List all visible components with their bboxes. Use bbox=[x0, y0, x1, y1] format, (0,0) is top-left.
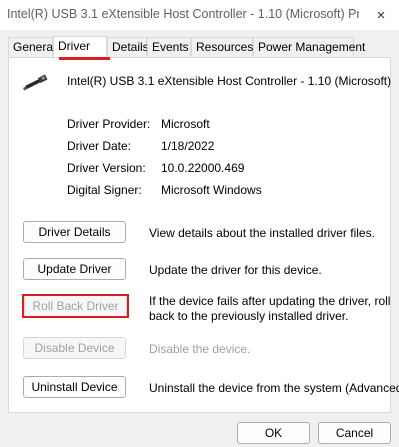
driver-provider-value: Microsoft bbox=[161, 117, 210, 131]
roll-back-driver-description-line2: back to the previously installed driver. bbox=[149, 309, 349, 323]
driver-date-value: 1/18/2022 bbox=[161, 139, 215, 153]
uninstall-device-button[interactable]: Uninstall Device bbox=[23, 376, 126, 398]
digital-signer-value: Microsoft Windows bbox=[161, 183, 262, 197]
ok-button[interactable]: OK bbox=[237, 422, 310, 444]
driver-version-label: Driver Version: bbox=[67, 161, 146, 175]
device-name: Intel(R) USB 3.1 eXtensible Host Control… bbox=[67, 74, 392, 88]
driver-provider-label: Driver Provider: bbox=[67, 117, 151, 131]
driver-date-label: Driver Date: bbox=[67, 139, 132, 153]
update-driver-description: Update the driver for this device. bbox=[149, 263, 322, 277]
tab-driver[interactable]: Driver bbox=[53, 36, 107, 57]
roll-back-driver-description: If the device fails after updating the d… bbox=[149, 294, 391, 308]
driver-version-value: 10.0.22000.469 bbox=[161, 161, 245, 175]
usb-connector-icon bbox=[23, 74, 48, 91]
active-tab-highlight bbox=[59, 57, 110, 60]
roll-back-driver-button[interactable]: Roll Back Driver bbox=[24, 295, 127, 317]
close-icon[interactable]: × bbox=[363, 0, 399, 30]
tab-events[interactable]: Events bbox=[147, 37, 191, 56]
driver-details-button[interactable]: Driver Details bbox=[23, 221, 126, 243]
cancel-button[interactable]: Cancel bbox=[318, 422, 391, 444]
tab-resources[interactable]: Resources bbox=[191, 37, 253, 56]
update-driver-button[interactable]: Update Driver bbox=[23, 258, 126, 280]
uninstall-device-description: Uninstall the device from the system (Ad… bbox=[149, 381, 399, 395]
disable-device-button[interactable]: Disable Device bbox=[23, 337, 126, 359]
tab-general[interactable]: General bbox=[8, 37, 56, 56]
tab-details[interactable]: Details bbox=[107, 37, 149, 56]
title-bar: Intel(R) USB 3.1 eXtensible Host Control… bbox=[0, 0, 399, 30]
digital-signer-label: Digital Signer: bbox=[67, 183, 142, 197]
window-title: Intel(R) USB 3.1 eXtensible Host Control… bbox=[7, 7, 359, 21]
disable-device-description: Disable the device. bbox=[149, 342, 251, 356]
tab-power-management[interactable]: Power Management bbox=[253, 37, 365, 56]
tab-bar: General Driver Details Events Resources … bbox=[8, 36, 391, 60]
driver-tab-panel: Intel(R) USB 3.1 eXtensible Host Control… bbox=[8, 57, 399, 413]
driver-details-description: View details about the installed driver … bbox=[149, 226, 375, 240]
